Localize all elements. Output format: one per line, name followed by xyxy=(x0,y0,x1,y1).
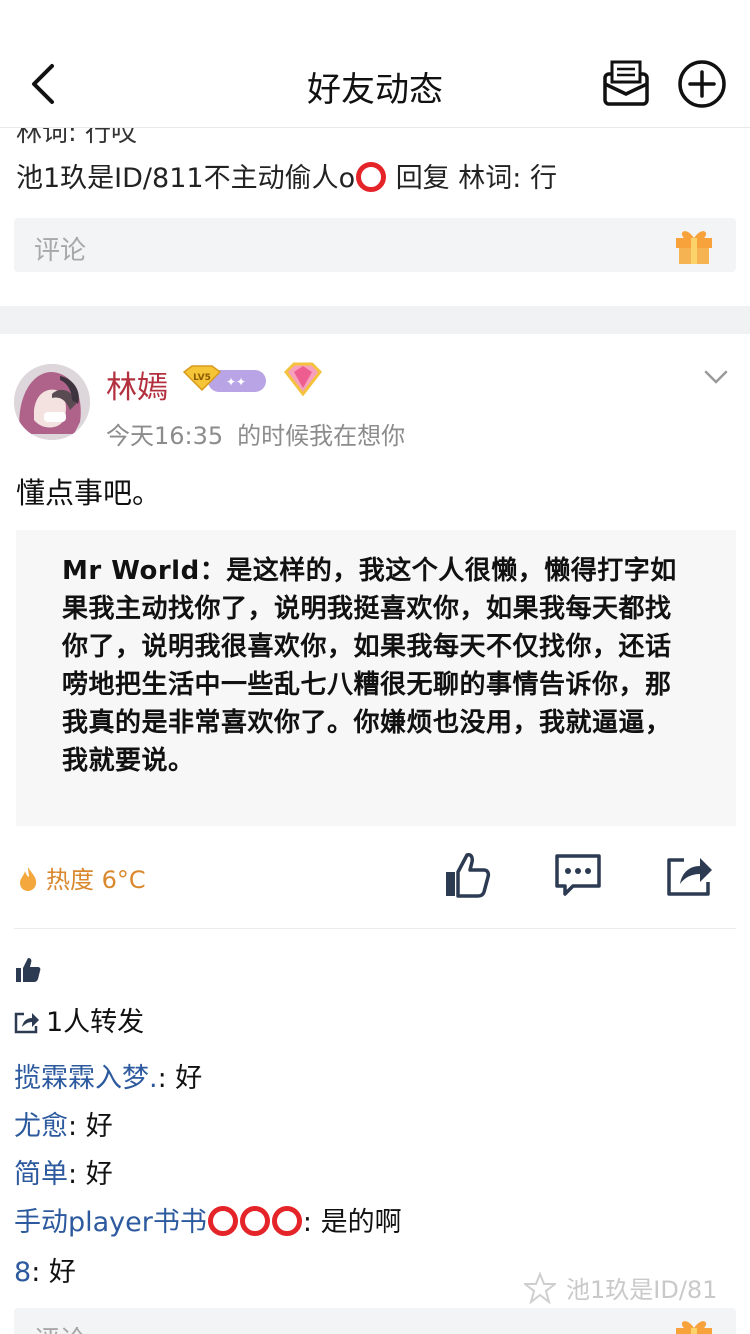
level-badge-icon[interactable]: ✦✦ LV5 xyxy=(182,364,268,396)
reply-text: 好 xyxy=(48,1257,76,1288)
reply-author[interactable]: 手动player书书 xyxy=(14,1207,207,1238)
reply-item[interactable]: 简单: 好 xyxy=(14,1152,113,1191)
diamond-badge-icon[interactable] xyxy=(282,362,324,396)
avatar-illustration xyxy=(14,364,90,440)
reply-author[interactable]: 揽霖霖入梦. xyxy=(14,1063,158,1094)
reply-item[interactable]: 尤愈: 好 xyxy=(14,1104,113,1143)
red-ring-emoji xyxy=(356,162,387,192)
comment-input-previous[interactable]: 评论 xyxy=(14,218,736,272)
post-meta: 今天16:35 的时候我在想你 xyxy=(106,416,405,451)
gift-icon[interactable] xyxy=(672,1314,716,1334)
chevron-down-icon[interactable] xyxy=(702,366,730,388)
post-image-text: Mr World：是这样的，我这个人很懒，懒得打字如果我主动找你了，说明我挺喜欢… xyxy=(62,556,677,776)
post-text: 懂点事吧。 xyxy=(16,476,162,510)
post-username[interactable]: 林嫣 xyxy=(106,362,168,407)
watermark-text: 池1玖是ID/81 xyxy=(566,1276,718,1304)
reply-text: 行 xyxy=(529,163,557,194)
reply-text: 好 xyxy=(175,1063,203,1094)
gift-icon[interactable] xyxy=(672,224,716,266)
share-count-label: 1人转发 xyxy=(46,1007,145,1038)
post-image[interactable]: Mr World：是这样的，我这个人很懒，懒得打字如果我主动找你了，说明我挺喜欢… xyxy=(16,530,736,826)
likes-thumb-icon xyxy=(16,958,41,982)
red-ring-emoji xyxy=(207,1206,238,1236)
red-ring-emoji xyxy=(271,1206,302,1236)
reply-text: 好 xyxy=(85,1111,113,1142)
reply-item[interactable]: 8: 好 xyxy=(14,1250,76,1289)
watermark: 池1玖是ID/81 xyxy=(524,1270,717,1305)
heat-indicator: 热度 6°C xyxy=(18,860,146,895)
reply-target[interactable]: 林词 xyxy=(458,163,512,194)
reply-action: 回复 xyxy=(395,163,450,194)
reply-author[interactable]: 池1玖是ID/811不主动偷人o xyxy=(16,163,355,194)
heat-label: 热度 6°C xyxy=(46,866,146,894)
star-watermark-icon xyxy=(524,1272,556,1304)
reply-author[interactable]: 8 xyxy=(14,1257,31,1288)
reply-item[interactable]: 揽霖霖入梦.: 好 xyxy=(14,1056,202,1095)
add-circle-icon[interactable] xyxy=(676,58,728,110)
actions-divider xyxy=(14,928,736,929)
reply-text: 是的啊 xyxy=(320,1207,402,1238)
avatar[interactable] xyxy=(14,364,90,440)
reply-author[interactable]: 简单 xyxy=(14,1159,68,1190)
comment-button-icon[interactable] xyxy=(553,850,603,900)
top-nav-bar: 好友动态 xyxy=(0,0,750,128)
flame-icon xyxy=(20,867,37,891)
mailbox-icon[interactable] xyxy=(600,58,652,110)
share-count-icon xyxy=(14,1012,39,1034)
post-timestamp: 今天16:35 xyxy=(106,422,224,450)
red-ring-emoji xyxy=(239,1206,270,1236)
comment-input[interactable]: 评论 xyxy=(14,1308,736,1334)
reply-author[interactable]: 尤愈 xyxy=(14,1111,68,1142)
like-button-icon[interactable] xyxy=(442,850,492,900)
post-signature: 的时候我在想你 xyxy=(237,422,406,450)
previous-reply-line[interactable]: 池1玖是ID/811不主动偷人o 回复 林词: 行 xyxy=(16,156,557,195)
reply-item[interactable]: 手动player书书: 是的啊 xyxy=(14,1200,402,1239)
share-button-icon[interactable] xyxy=(664,850,714,900)
share-count[interactable]: 1人转发 xyxy=(14,1000,144,1039)
level-badge-text: LV5 xyxy=(193,373,211,383)
comment-placeholder: 评论 xyxy=(34,1320,86,1334)
feed-separator xyxy=(0,306,750,334)
svg-text:✦✦: ✦✦ xyxy=(226,375,246,389)
reply-text: 好 xyxy=(85,1159,113,1190)
comment-placeholder: 评论 xyxy=(34,236,87,266)
